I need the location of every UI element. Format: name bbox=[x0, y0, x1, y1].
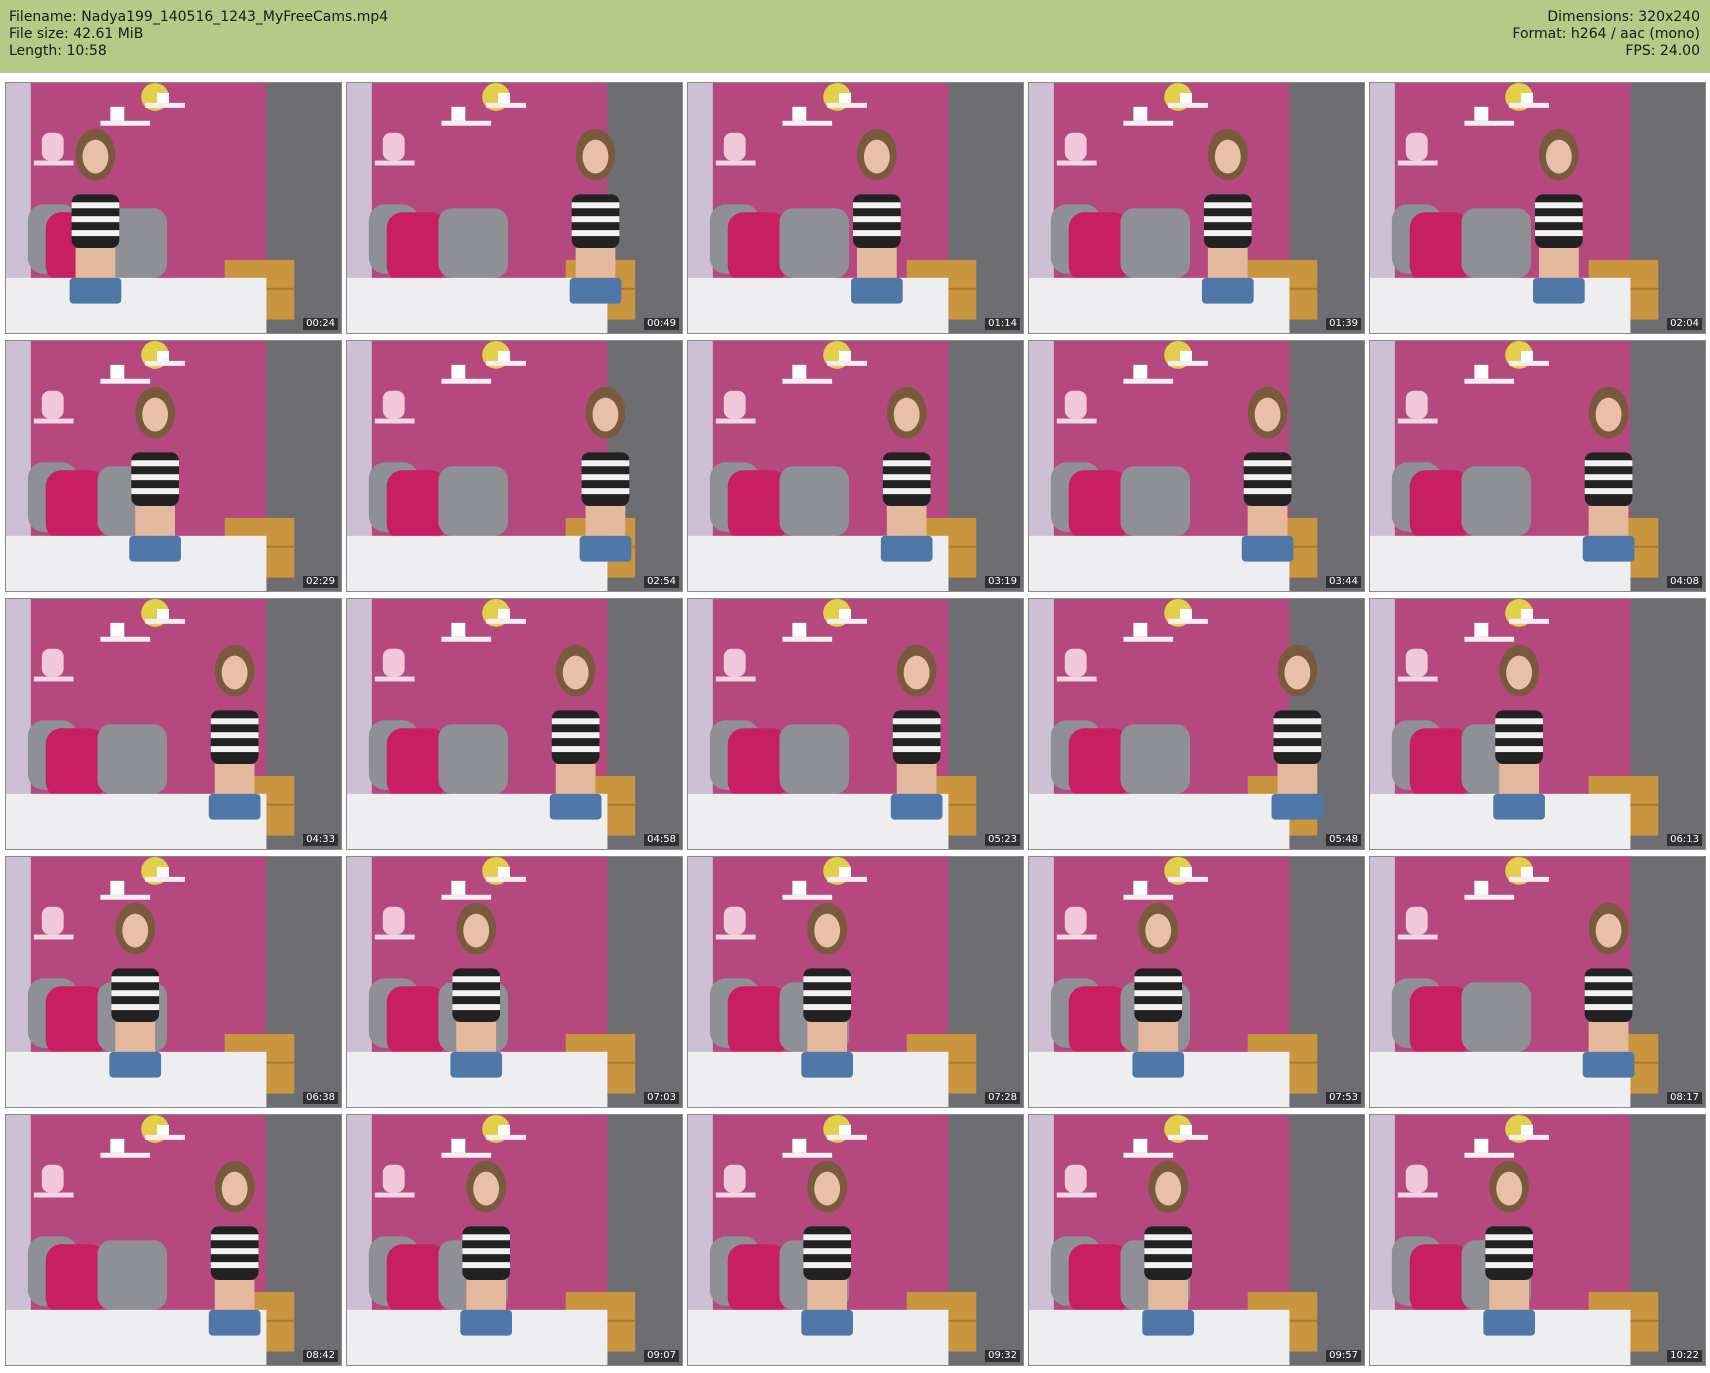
frame-timestamp: 03:19 bbox=[985, 576, 1020, 588]
frame-scene bbox=[688, 857, 1023, 1107]
frame-timestamp: 07:28 bbox=[985, 1092, 1020, 1104]
video-frame-thumbnail: 02:29 bbox=[5, 340, 342, 592]
frame-scene bbox=[1029, 83, 1364, 333]
frame-scene bbox=[1370, 1115, 1705, 1365]
format-text: Format: h264 / aac (mono) bbox=[1512, 26, 1700, 42]
video-frame-thumbnail: 10:22 bbox=[1369, 1114, 1706, 1366]
thumbnail-grid: 00:24 00:49 01:14 01:39 02:04 02:29 02:54 03:19… bbox=[0, 80, 1710, 1373]
video-frame-thumbnail: 08:42 bbox=[5, 1114, 342, 1366]
frame-timestamp: 03:44 bbox=[1326, 576, 1361, 588]
frame-timestamp: 01:14 bbox=[985, 318, 1020, 330]
frame-scene bbox=[688, 599, 1023, 849]
filesize-text: File size: 42.61 MiB bbox=[9, 26, 144, 42]
video-frame-thumbnail: 02:04 bbox=[1369, 82, 1706, 334]
frame-scene bbox=[6, 857, 341, 1107]
dimensions-text: Dimensions: 320x240 bbox=[1547, 9, 1700, 25]
video-frame-thumbnail: 04:08 bbox=[1369, 340, 1706, 592]
frame-scene bbox=[688, 1115, 1023, 1365]
video-frame-thumbnail: 09:32 bbox=[687, 1114, 1024, 1366]
video-frame-thumbnail: 04:33 bbox=[5, 598, 342, 850]
frame-timestamp: 09:57 bbox=[1326, 1350, 1361, 1362]
frame-scene bbox=[1370, 857, 1705, 1107]
video-frame-thumbnail: 05:48 bbox=[1028, 598, 1365, 850]
frame-timestamp: 07:53 bbox=[1326, 1092, 1361, 1104]
frame-timestamp: 08:42 bbox=[303, 1350, 338, 1362]
frame-timestamp: 09:32 bbox=[985, 1350, 1020, 1362]
frame-timestamp: 05:23 bbox=[985, 834, 1020, 846]
video-frame-thumbnail: 09:07 bbox=[346, 1114, 683, 1366]
frame-timestamp: 02:54 bbox=[644, 576, 679, 588]
frame-scene bbox=[347, 83, 682, 333]
frame-scene bbox=[1370, 599, 1705, 849]
frame-scene bbox=[6, 1115, 341, 1365]
video-frame-thumbnail: 07:53 bbox=[1028, 856, 1365, 1108]
frame-timestamp: 04:08 bbox=[1667, 576, 1702, 588]
frame-scene bbox=[1029, 341, 1364, 591]
frame-timestamp: 08:17 bbox=[1667, 1092, 1702, 1104]
frame-timestamp: 05:48 bbox=[1326, 834, 1361, 846]
video-frame-thumbnail: 04:58 bbox=[346, 598, 683, 850]
fps-text: FPS: 24.00 bbox=[1625, 43, 1700, 59]
frame-timestamp: 09:07 bbox=[644, 1350, 679, 1362]
video-frame-thumbnail: 07:28 bbox=[687, 856, 1024, 1108]
video-frame-thumbnail: 09:57 bbox=[1028, 1114, 1365, 1366]
video-frame-thumbnail: 00:24 bbox=[5, 82, 342, 334]
frame-scene bbox=[1029, 857, 1364, 1107]
frame-scene bbox=[347, 1115, 682, 1365]
frame-scene bbox=[1029, 1115, 1364, 1365]
frame-timestamp: 06:13 bbox=[1667, 834, 1702, 846]
video-frame-thumbnail: 02:54 bbox=[346, 340, 683, 592]
frame-timestamp: 01:39 bbox=[1326, 318, 1361, 330]
frame-timestamp: 00:49 bbox=[644, 318, 679, 330]
video-frame-thumbnail: 03:44 bbox=[1028, 340, 1365, 592]
frame-scene bbox=[1370, 341, 1705, 591]
filename-text: Filename: Nadya199_140516_1243_MyFreeCam… bbox=[9, 9, 389, 25]
frame-scene bbox=[688, 83, 1023, 333]
video-frame-thumbnail: 05:23 bbox=[687, 598, 1024, 850]
frame-scene bbox=[347, 599, 682, 849]
file-info-right: Dimensions: 320x240 Format: h264 / aac (… bbox=[1512, 9, 1700, 60]
frame-scene bbox=[6, 599, 341, 849]
frame-timestamp: 06:38 bbox=[303, 1092, 338, 1104]
frame-timestamp: 10:22 bbox=[1667, 1350, 1702, 1362]
frame-scene bbox=[6, 83, 341, 333]
video-frame-thumbnail: 00:49 bbox=[346, 82, 683, 334]
frame-scene bbox=[347, 857, 682, 1107]
frame-scene bbox=[688, 341, 1023, 591]
frame-scene bbox=[347, 341, 682, 591]
video-frame-thumbnail: 03:19 bbox=[687, 340, 1024, 592]
frame-timestamp: 02:04 bbox=[1667, 318, 1702, 330]
video-frame-thumbnail: 01:39 bbox=[1028, 82, 1365, 334]
frame-timestamp: 02:29 bbox=[303, 576, 338, 588]
frame-scene bbox=[1370, 83, 1705, 333]
video-frame-thumbnail: 01:14 bbox=[687, 82, 1024, 334]
video-frame-thumbnail: 06:38 bbox=[5, 856, 342, 1108]
file-info-left: Filename: Nadya199_140516_1243_MyFreeCam… bbox=[9, 9, 388, 60]
frame-timestamp: 04:58 bbox=[644, 834, 679, 846]
length-text: Length: 10:58 bbox=[9, 43, 107, 59]
video-frame-thumbnail: 06:13 bbox=[1369, 598, 1706, 850]
frame-timestamp: 00:24 bbox=[303, 318, 338, 330]
frame-timestamp: 07:03 bbox=[644, 1092, 679, 1104]
info-header: Filename: Nadya199_140516_1243_MyFreeCam… bbox=[0, 0, 1710, 73]
frame-timestamp: 04:33 bbox=[303, 834, 338, 846]
video-frame-thumbnail: 08:17 bbox=[1369, 856, 1706, 1108]
video-frame-thumbnail: 07:03 bbox=[346, 856, 683, 1108]
frame-scene bbox=[1029, 599, 1364, 849]
frame-scene bbox=[6, 341, 341, 591]
